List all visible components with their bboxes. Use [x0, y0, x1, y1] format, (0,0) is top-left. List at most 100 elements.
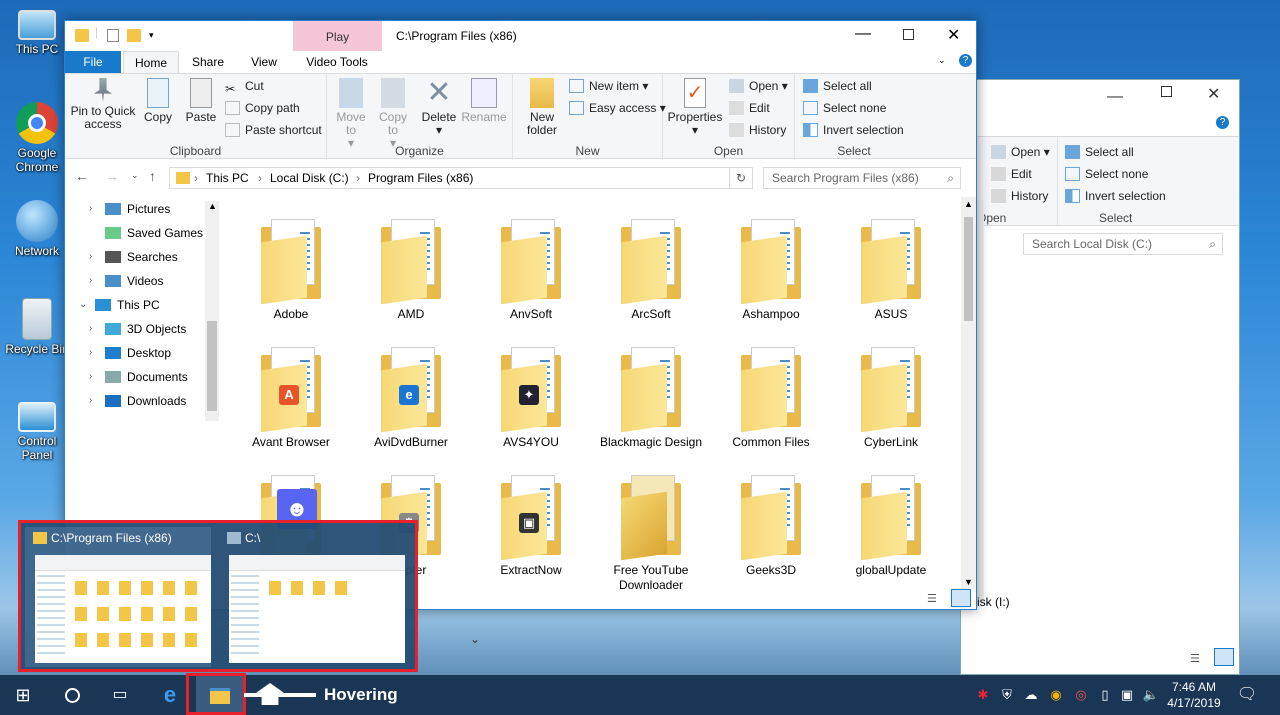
- paste-shortcut-button[interactable]: Paste shortcut: [225, 120, 322, 140]
- desktop-icon-recycle-bin[interactable]: Recycle Bin: [2, 298, 72, 356]
- start-windows-icon[interactable]: ⊞: [0, 675, 46, 715]
- thumbnail-c-drive[interactable]: C:\: [219, 527, 405, 667]
- app-tray-icon[interactable]: ✱: [972, 675, 994, 715]
- folder-item[interactable]: Geeks3D: [711, 473, 831, 578]
- task-view-icon[interactable]: ▭: [98, 675, 142, 715]
- up-arrow-icon[interactable]: ↑: [149, 168, 156, 184]
- new-folder-quick-icon[interactable]: [127, 29, 141, 42]
- notification-app-icon[interactable]: ◉: [1044, 675, 1068, 715]
- folder-item[interactable]: e AviDvdBurner: [351, 345, 471, 450]
- help-icon[interactable]: ?: [959, 54, 972, 67]
- content-scrollbar[interactable]: ▲ ▼: [961, 197, 976, 589]
- cut-button[interactable]: ✂ Cut: [225, 76, 264, 96]
- bg-edit-button[interactable]: Edit: [991, 164, 1032, 184]
- minimize-icon[interactable]: —: [1107, 88, 1123, 106]
- battery-icon[interactable]: ▯: [1094, 675, 1116, 715]
- cloud-icon[interactable]: ☁: [1020, 675, 1042, 715]
- bg-search-input[interactable]: Search Local Disk (C:) ⌕: [1023, 233, 1223, 255]
- easy-access-button[interactable]: Easy access ▾: [569, 98, 666, 118]
- folder-item[interactable]: Common Files: [711, 345, 831, 450]
- close-icon[interactable]: ✕: [947, 25, 960, 45]
- chevron-right-icon[interactable]: ›: [89, 389, 92, 413]
- maximize-icon[interactable]: [1161, 86, 1172, 97]
- nav-scrollbar[interactable]: ▲: [205, 201, 219, 421]
- copy-path-button[interactable]: Copy path: [225, 98, 300, 118]
- help-icon[interactable]: ?: [1216, 116, 1229, 129]
- desktop-icon-chrome[interactable]: Google Chrome: [2, 102, 72, 174]
- security-icon[interactable]: ◎: [1070, 675, 1092, 715]
- folder-item[interactable]: ArcSoft: [591, 217, 711, 322]
- chevron-up-icon[interactable]: ▲: [964, 199, 973, 209]
- details-view-icon[interactable]: ☰: [927, 592, 937, 605]
- network-icon[interactable]: ▣: [1116, 675, 1138, 715]
- tab-view[interactable]: View: [239, 51, 289, 73]
- folder-item[interactable]: A Avant Browser: [231, 345, 351, 450]
- shield-icon[interactable]: ⛨: [996, 675, 1018, 715]
- minimize-icon[interactable]: —: [855, 25, 871, 43]
- rename-button[interactable]: Rename: [461, 78, 507, 124]
- pin-quick-access-button[interactable]: Pin to Quick access: [69, 78, 137, 131]
- bg-select-all-button[interactable]: Select all: [1065, 142, 1134, 162]
- invert-selection-button[interactable]: Invert selection: [803, 120, 904, 140]
- copy-to-button[interactable]: Copy to ▾: [375, 78, 411, 150]
- close-icon[interactable]: ✕: [1207, 84, 1220, 104]
- folder-item[interactable]: ASUS: [831, 217, 951, 322]
- clock[interactable]: 7:46 AM 4/17/2019: [1164, 679, 1224, 711]
- folder-item[interactable]: Free YouTube Downloader: [591, 473, 711, 589]
- desktop-icon-network[interactable]: Network: [2, 200, 72, 258]
- back-arrow-icon[interactable]: ←: [75, 168, 89, 184]
- context-tab-play[interactable]: Play: [293, 21, 382, 51]
- delete-button[interactable]: ✕ Delete ▾: [419, 78, 459, 137]
- chevron-right-icon[interactable]: ›: [89, 245, 92, 269]
- chevron-right-icon[interactable]: ›: [89, 197, 92, 221]
- folder-item[interactable]: globalUpdate: [831, 473, 951, 578]
- paste-button[interactable]: Paste: [181, 78, 221, 124]
- large-icons-view-icon[interactable]: [951, 589, 971, 607]
- folder-item[interactable]: Blackmagic Design: [591, 345, 711, 450]
- bg-open-button[interactable]: Open ▾: [991, 142, 1050, 162]
- move-to-button[interactable]: Move to ▾: [333, 78, 369, 150]
- chevron-right-icon[interactable]: ›: [89, 341, 92, 365]
- bg-select-none-button[interactable]: Select none: [1065, 164, 1148, 184]
- desktop-icon-this-pc[interactable]: This PC: [2, 6, 72, 56]
- chevron-up-icon[interactable]: ▲: [208, 201, 217, 211]
- tab-file[interactable]: File: [65, 51, 121, 73]
- chevron-right-icon[interactable]: ›: [89, 317, 92, 341]
- thumbnail-program-files[interactable]: C:\Program Files (x86): [25, 527, 211, 667]
- chevron-down-icon[interactable]: ▼: [964, 577, 973, 587]
- tab-home[interactable]: Home: [123, 51, 179, 73]
- tab-share[interactable]: Share: [183, 51, 233, 73]
- chevron-down-icon[interactable]: ▾: [149, 30, 154, 41]
- chevron-down-icon[interactable]: ⌄: [938, 55, 946, 66]
- chevron-right-icon[interactable]: ›: [89, 413, 92, 419]
- bg-scroll-down-icon[interactable]: ⌄: [470, 632, 480, 646]
- breadcrumb-local-disk[interactable]: Local Disk (C:): [270, 171, 349, 185]
- cortana-search-icon[interactable]: [50, 675, 94, 715]
- refresh-icon[interactable]: ↻: [729, 167, 753, 189]
- folder-item[interactable]: ▣ ExtractNow: [471, 473, 591, 578]
- edit-button[interactable]: Edit: [729, 98, 770, 118]
- chevron-right-icon[interactable]: ›: [89, 365, 92, 389]
- desktop-icon-control-panel[interactable]: Control Panel: [2, 402, 72, 462]
- bg-view-toggle[interactable]: ☰: [1190, 648, 1234, 670]
- folder-item[interactable]: AMD: [351, 217, 471, 322]
- select-none-button[interactable]: Select none: [803, 98, 886, 118]
- folder-item[interactable]: AnvSoft: [471, 217, 591, 322]
- address-bar[interactable]: › This PC › Local Disk (C:) › Program Fi…: [169, 167, 753, 189]
- volume-icon[interactable]: 🔈: [1140, 675, 1162, 715]
- tab-video-tools[interactable]: Video Tools: [295, 51, 379, 73]
- search-input[interactable]: Search Program Files (x86) ⌕: [763, 167, 961, 189]
- properties-button[interactable]: ✓ Properties ▾: [665, 78, 725, 137]
- folder-item[interactable]: Adobe: [231, 217, 351, 322]
- folder-item[interactable]: CyberLink: [831, 345, 951, 450]
- bg-nav-item-drive-i[interactable]: isk (I:): [977, 595, 1177, 615]
- new-item-button[interactable]: New item ▾: [569, 76, 648, 96]
- open-button[interactable]: Open ▾: [729, 76, 788, 96]
- chevron-down-icon[interactable]: ⌄: [79, 293, 87, 317]
- properties-quick-icon[interactable]: [107, 29, 119, 42]
- maximize-icon[interactable]: [903, 29, 914, 40]
- view-toggle[interactable]: ☰: [927, 589, 975, 609]
- folder-item[interactable]: ✦ AVS4YOU: [471, 345, 591, 450]
- new-folder-button[interactable]: New folder: [519, 78, 565, 137]
- history-button[interactable]: History: [729, 120, 786, 140]
